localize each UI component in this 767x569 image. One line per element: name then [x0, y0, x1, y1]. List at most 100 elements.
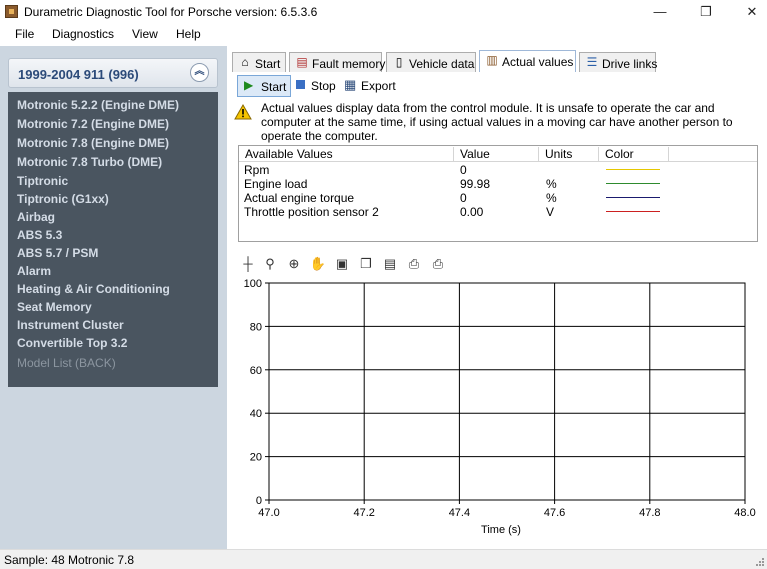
safety-warning: Actual values display data from the cont… — [234, 100, 762, 143]
tab-vehicle-data[interactable]: ▯ Vehicle data — [386, 52, 476, 72]
actual-values-chart[interactable]: 47.0 47.2 47.4 47.6 47.8 48.0 0 20 40 60 80 100 Time… — [228, 278, 767, 548]
color-swatch[interactable] — [606, 169, 660, 170]
module-alarm[interactable]: Alarm — [17, 264, 51, 278]
row-units: % — [546, 177, 557, 191]
y-tick-label: 0 — [256, 495, 262, 507]
module-abs-53[interactable]: ABS 5.3 — [17, 228, 62, 242]
status-bar: Sample: 48 Motronic 7.8 — [0, 549, 767, 569]
zoom-in-icon[interactable]: ⊕ — [284, 254, 304, 274]
x-tick-label: 47.2 — [353, 507, 374, 519]
module-tiptronic-g1xx[interactable]: Tiptronic (G1xx) — [17, 192, 109, 206]
tab-vehicle-data-label: Vehicle data — [409, 57, 475, 71]
module-heating-ac[interactable]: Heating & Air Conditioning — [17, 282, 170, 296]
main-panel: ⌂ Start ▤ Fault memory ▯ Vehicle data ▥ … — [228, 46, 767, 549]
x-tick-label: 47.0 — [258, 507, 279, 519]
document-icon: ▤ — [296, 55, 308, 69]
tab-fault-memory[interactable]: ▤ Fault memory — [289, 52, 386, 72]
export-label: Export — [361, 79, 396, 93]
page-setup-icon[interactable]: ▤ — [380, 254, 400, 274]
table-row[interactable]: Throttle position sensor 2 0.00 V — [239, 205, 757, 219]
x-tick-label: 47.4 — [449, 507, 470, 519]
warning-text: Actual values display data from the cont… — [261, 101, 733, 143]
module-seat-memory[interactable]: Seat Memory — [17, 300, 92, 314]
warning-icon — [234, 104, 252, 120]
color-swatch[interactable] — [606, 183, 660, 184]
tab-fault-memory-label: Fault memory — [312, 57, 386, 71]
app-icon — [5, 5, 18, 18]
save-icon[interactable]: ▣ — [332, 254, 352, 274]
y-tick-label: 80 — [250, 321, 262, 333]
list-icon: ☰ — [586, 55, 598, 69]
row-value: 0.00 — [460, 205, 484, 219]
plot-toolbar: ┼ ⚲ ⊕ ✋ ▣ ❐ ▤ ⎙ ⎙ — [238, 254, 458, 274]
row-value: 99.98 — [460, 177, 491, 191]
table-row[interactable]: Engine load 99.98 % — [239, 177, 757, 191]
x-tick-label: 48.0 — [734, 507, 755, 519]
minimize-button[interactable]: — — [645, 2, 675, 22]
zoom-axis-icon[interactable]: ⚲ — [260, 254, 280, 274]
y-tick-label: 100 — [244, 278, 262, 290]
table-header: Available Values Value Units Color — [239, 146, 757, 162]
row-units: V — [546, 205, 555, 219]
menu-help[interactable]: Help — [176, 27, 201, 41]
module-motronic-522[interactable]: Motronic 5.2.2 (Engine DME) — [17, 98, 179, 112]
column-header-available-values[interactable]: Available Values — [239, 147, 454, 161]
module-tiptronic[interactable]: Tiptronic — [17, 174, 68, 188]
start-button[interactable]: ▶ Start — [237, 75, 291, 97]
menu-view[interactable]: View — [132, 27, 158, 41]
tab-drive-links[interactable]: ☰ Drive links — [579, 52, 657, 72]
module-motronic-78-turbo[interactable]: Motronic 7.8 Turbo (DME) — [17, 155, 162, 169]
table-row[interactable]: Rpm 0 — [239, 163, 757, 177]
copy-icon[interactable]: ❐ — [356, 254, 376, 274]
start-label: Start — [261, 80, 287, 94]
column-header-color[interactable]: Color — [599, 147, 669, 161]
tab-start[interactable]: ⌂ Start — [232, 52, 286, 72]
color-swatch[interactable] — [606, 197, 660, 198]
info-icon: ▯ — [395, 55, 403, 69]
x-axis-label: Time (s) — [481, 524, 521, 536]
status-text: Sample: 48 Motronic 7.8 — [4, 553, 135, 567]
plot-area — [268, 282, 746, 501]
tab-actual-values[interactable]: ▥ Actual values — [479, 50, 576, 72]
menu-file[interactable]: File — [15, 27, 34, 41]
model-list-back-link[interactable]: Model List (BACK) — [17, 356, 116, 370]
export-button[interactable]: ▦ Export — [342, 75, 402, 97]
y-tick-label: 20 — [250, 452, 262, 464]
restore-button[interactable]: ❐ — [691, 2, 721, 22]
module-instrument-cluster[interactable]: Instrument Cluster — [17, 318, 124, 332]
resize-grip-icon[interactable] — [755, 557, 765, 567]
crosshair-icon[interactable]: ┼ — [238, 254, 258, 274]
title-bar: Durametric Diagnostic Tool for Porsche v… — [0, 0, 767, 24]
close-button[interactable]: ✕ — [737, 2, 767, 22]
export-icon: ▦ — [344, 77, 357, 92]
tab-start-label: Start — [255, 57, 281, 71]
module-abs-57-psm[interactable]: ABS 5.7 / PSM — [17, 246, 98, 260]
print-icon[interactable]: ⎙ — [428, 254, 448, 274]
table-row[interactable]: Actual engine torque 0 % — [239, 191, 757, 205]
module-airbag[interactable]: Airbag — [17, 210, 55, 224]
pan-hand-icon[interactable]: ✋ — [308, 254, 328, 274]
sidebar: 1999-2004 911 (996) ︽ Motronic 5.2.2 (En… — [0, 46, 227, 549]
row-units: % — [546, 191, 557, 205]
color-swatch[interactable] — [606, 211, 660, 212]
module-motronic-72[interactable]: Motronic 7.2 (Engine DME) — [17, 117, 169, 131]
print-preview-icon[interactable]: ⎙ — [404, 254, 424, 274]
column-header-units[interactable]: Units — [539, 147, 599, 161]
module-motronic-78[interactable]: Motronic 7.8 (Engine DME) — [17, 136, 169, 150]
row-value: 0 — [460, 163, 467, 177]
y-tick-label: 60 — [250, 365, 262, 377]
stop-button[interactable]: Stop — [294, 75, 340, 97]
play-icon: ▶ — [244, 78, 254, 92]
model-header[interactable]: 1999-2004 911 (996) ︽ — [8, 58, 218, 88]
row-name: Throttle position sensor 2 — [244, 205, 379, 219]
menu-diagnostics[interactable]: Diagnostics — [52, 27, 114, 41]
x-tick-label: 47.6 — [544, 507, 565, 519]
module-convertible-top[interactable]: Convertible Top 3.2 — [17, 336, 127, 350]
stop-icon — [296, 80, 305, 89]
column-header-value[interactable]: Value — [454, 147, 539, 161]
collapse-icon[interactable]: ︽ — [190, 63, 209, 82]
x-tick-label: 47.8 — [639, 507, 660, 519]
home-icon: ⌂ — [241, 55, 249, 69]
app-window: Durametric Diagnostic Tool for Porsche v… — [0, 0, 767, 569]
row-name: Actual engine torque — [244, 191, 355, 205]
